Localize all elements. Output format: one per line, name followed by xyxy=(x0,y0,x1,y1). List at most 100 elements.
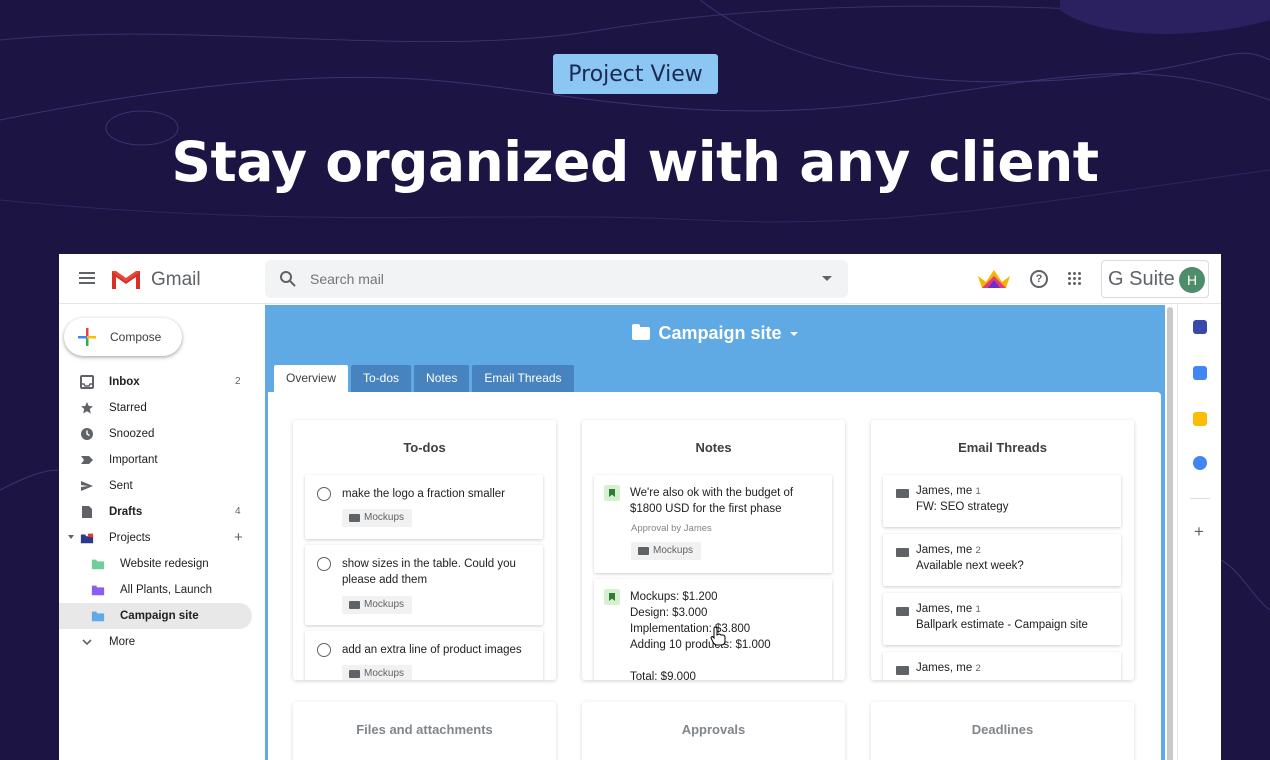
gmail-logo-text: Gmail xyxy=(151,269,201,290)
star-icon xyxy=(81,402,93,414)
tab-email-threads[interactable]: Email Threads xyxy=(472,365,574,392)
tag-label: Mockups xyxy=(653,545,694,556)
gsuite-account-button[interactable]: G Suite H xyxy=(1101,260,1209,298)
sidebar-item-label: Drafts xyxy=(109,506,143,518)
thread-item[interactable]: James, me 2 Available next week? xyxy=(883,534,1121,586)
todo-item[interactable]: add an extra line of product images Mock… xyxy=(305,631,543,680)
deadlines-card[interactable]: Deadlines xyxy=(871,702,1134,760)
thread-from: James, me xyxy=(916,544,973,556)
menu-icon[interactable] xyxy=(79,272,95,284)
sidebar-item-starred[interactable]: Starred xyxy=(59,395,259,421)
tab-overview[interactable]: Overview xyxy=(274,365,349,392)
thread-participants: James, me 1 xyxy=(916,485,981,497)
keep-icon[interactable] xyxy=(1193,412,1207,426)
scrollbar[interactable] xyxy=(1167,307,1173,760)
project-title[interactable]: Campaign site xyxy=(265,323,1165,344)
todo-text: make the logo a fraction smaller xyxy=(342,488,505,500)
sidebar-item-important[interactable]: Important xyxy=(59,447,259,473)
compose-label: Compose xyxy=(110,330,162,344)
sidebar-nav: Inbox 2 Starred Snoozed Important Sent D… xyxy=(59,369,259,655)
approvals-card[interactable]: Approvals xyxy=(582,702,845,760)
note-line: Total: $9.000 xyxy=(630,671,696,680)
compose-button[interactable]: Compose xyxy=(64,318,182,356)
chevron-down-icon[interactable] xyxy=(789,332,798,336)
bookmark-icon xyxy=(604,589,620,605)
todo-checkbox[interactable] xyxy=(317,487,331,501)
sidebar-item-projects[interactable]: Projects + xyxy=(59,525,259,551)
unread-count: 2 xyxy=(235,376,241,387)
thread-item[interactable]: James, me 2 xyxy=(883,652,1121,680)
thread-item[interactable]: James, me 1 Ballpark estimate - Campaign… xyxy=(883,593,1121,645)
sidebar-item-label: Projects xyxy=(109,532,151,544)
avatar[interactable]: H xyxy=(1179,267,1205,293)
add-addon-icon[interactable]: + xyxy=(1194,522,1204,542)
important-icon xyxy=(81,456,93,464)
todo-item[interactable]: make the logo a fraction smaller Mockups xyxy=(305,475,543,539)
sidebar-project-campaign-site[interactable]: Campaign site xyxy=(59,603,252,629)
folder-icon xyxy=(91,611,105,622)
thread-count: 1 xyxy=(975,486,981,497)
mail-icon xyxy=(896,607,909,616)
thread-item[interactable]: James, me 1 FW: SEO strategy xyxy=(883,475,1121,527)
note-item[interactable]: We're also ok with the budget of $1800 US… xyxy=(594,475,832,573)
email-threads-card: Email Threads James, me 1 FW: SEO strate… xyxy=(871,420,1134,680)
card-title: Deadlines xyxy=(971,722,1034,737)
search-bar[interactable] xyxy=(265,260,848,298)
tab-notes[interactable]: Notes xyxy=(414,365,470,392)
todo-text: add an extra line of product images xyxy=(342,644,522,656)
card-title: Files and attachments xyxy=(356,722,493,737)
search-input[interactable] xyxy=(310,269,790,289)
help-icon[interactable]: ? xyxy=(1030,270,1048,288)
gmail-logo-icon xyxy=(112,271,140,289)
thread-subject: Ballpark estimate - Campaign site xyxy=(916,619,1088,631)
thread-count: 1 xyxy=(975,604,981,615)
add-project-icon[interactable]: + xyxy=(234,529,243,546)
todo-item[interactable]: show sizes in the table. Could you pleas… xyxy=(305,545,543,625)
tasks-icon[interactable] xyxy=(1193,320,1207,334)
tab-todos[interactable]: To-dos xyxy=(351,365,412,392)
apps-grid-icon[interactable] xyxy=(1068,272,1082,286)
mail-icon xyxy=(638,547,649,555)
note-text: We're also ok with the budget of $1800 US… xyxy=(630,485,820,517)
tag-chip[interactable]: Mockups xyxy=(342,596,413,614)
tag-label: Mockups xyxy=(364,599,405,610)
tag-chip[interactable]: Mockups xyxy=(631,542,702,560)
note-line: Adding 10 products: $1.000 xyxy=(630,639,771,651)
thread-participants: James, me 2 xyxy=(916,662,981,674)
files-attachments-card[interactable]: Files and attachments xyxy=(293,702,556,760)
tag-chip[interactable]: Mockups xyxy=(342,509,413,527)
project-label: All Plants, Launch xyxy=(120,584,213,596)
sidebar-item-snoozed[interactable]: Snoozed xyxy=(59,421,259,447)
sidebar-project-all-plants[interactable]: All Plants, Launch xyxy=(59,577,259,603)
sidebar-item-more[interactable]: More xyxy=(59,629,259,655)
todo-checkbox[interactable] xyxy=(317,557,331,571)
compass-icon[interactable] xyxy=(1193,456,1207,470)
expand-arrow-icon[interactable] xyxy=(68,535,74,539)
search-icon[interactable] xyxy=(279,270,297,288)
mail-icon xyxy=(896,489,909,498)
inbox-icon xyxy=(80,375,94,389)
sidebar-project-website-redesign[interactable]: Website redesign xyxy=(59,551,259,577)
todos-card: To-dos make the logo a fraction smaller … xyxy=(293,420,556,680)
sidebar-item-sent[interactable]: Sent xyxy=(59,473,259,499)
clock-icon xyxy=(81,428,93,440)
project-label: Campaign site xyxy=(120,610,199,622)
bookmark-icon xyxy=(604,485,620,501)
search-options-icon[interactable] xyxy=(822,276,832,281)
crown-extension-icon[interactable] xyxy=(976,268,1012,290)
sidebar-item-inbox[interactable]: Inbox 2 xyxy=(59,369,259,395)
rail-divider xyxy=(1190,498,1210,499)
gmail-window: Gmail ? G Suite H xyxy=(59,254,1221,760)
todo-checkbox[interactable] xyxy=(317,643,331,657)
gmail-header: Gmail ? G Suite H xyxy=(59,254,1221,304)
thread-participants: James, me 2 xyxy=(916,544,981,556)
sidebar-item-drafts[interactable]: Drafts 4 xyxy=(59,499,259,525)
mail-icon xyxy=(349,670,360,678)
card-title: To-dos xyxy=(403,440,446,455)
draft-icon xyxy=(82,506,92,518)
calendar-icon[interactable] xyxy=(1193,366,1207,380)
tag-label: Mockups xyxy=(364,668,405,679)
note-line: We're also ok with the budget of xyxy=(630,487,794,499)
chevron-down-icon xyxy=(82,639,92,646)
tag-chip[interactable]: Mockups xyxy=(342,665,413,680)
